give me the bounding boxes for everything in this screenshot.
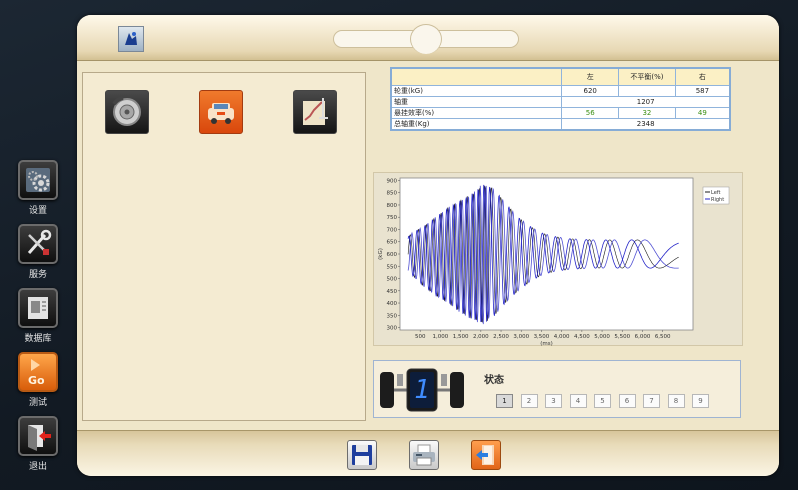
brake-disc-icon[interactable] — [105, 90, 149, 134]
legend-label-left: Left — [711, 190, 720, 196]
wheel-load-chart: 300 350 400 450 500 550 600 650 700 750 800 850 900 5… — [373, 172, 743, 347]
x-tick-label: 3,500 — [534, 334, 550, 340]
row-span-value: 2348 — [561, 117, 731, 130]
table-header-row: 左 不平衡(%) 右 — [390, 67, 731, 86]
y-tick-label: 600 — [387, 252, 398, 258]
floppy-disk-icon[interactable] — [347, 440, 377, 470]
x-tick-label: 5,000 — [594, 334, 610, 340]
title-bar — [77, 15, 779, 61]
row-mid: 32 — [618, 106, 676, 119]
nav-service[interactable]: 服务 — [14, 224, 62, 280]
go-badge: Go — [28, 374, 45, 387]
x-axis-label: (ms) — [540, 341, 553, 347]
y-tick-label: 750 — [387, 215, 398, 221]
row-label: 轮重(kG) — [390, 84, 563, 97]
table-row: 悬挂效率(%) 56 32 49 — [390, 106, 731, 119]
nav-label-test: 测试 — [28, 398, 47, 408]
x-tick-label: 6,500 — [655, 334, 671, 340]
gear-icon[interactable] — [18, 160, 58, 200]
step-indicator-8: 8 — [667, 394, 685, 408]
x-tick-label: 5,500 — [614, 334, 630, 340]
row-left: 56 — [561, 106, 620, 119]
wrench-screwdriver-icon[interactable] — [18, 224, 58, 264]
printer-icon[interactable] — [409, 440, 439, 470]
step-indicator-7: 7 — [643, 394, 660, 408]
app-logo-icon — [118, 26, 144, 52]
nav-label-settings: 设置 — [28, 206, 47, 216]
chart-svg: 300 350 400 450 500 550 600 650 700 750 800 850 900 5… — [378, 177, 730, 347]
x-tick-label: 2,500 — [493, 334, 509, 340]
database-icon[interactable] — [18, 288, 58, 328]
nav-database[interactable]: 数据库 — [14, 288, 62, 344]
exit-arrow-icon[interactable] — [18, 416, 58, 456]
play-go-icon[interactable]: Go — [18, 352, 58, 392]
y-axis-label: (kG) — [378, 248, 384, 260]
step-indicator-6: 6 — [618, 394, 636, 408]
table-header-left: 左 — [561, 67, 620, 86]
table-row: 总轴重(Kg) 2348 — [390, 117, 731, 130]
side-slip-chart-icon[interactable] — [293, 90, 337, 134]
step-indicator-3: 3 — [545, 394, 562, 408]
status-label: 状态 — [484, 375, 504, 386]
y-tick-label: 550 — [387, 264, 398, 270]
y-tick-label: 800 — [387, 203, 398, 209]
results-table: 左 不平衡(%) 右 轮重(kG) 620 587 轴重 1207 悬挂效率(%… — [390, 67, 731, 131]
row-mid — [618, 84, 676, 97]
table-header-imbalance: 不平衡(%) — [618, 67, 676, 86]
x-tick-label: 1,000 — [433, 334, 449, 340]
row-left: 620 — [561, 84, 620, 97]
suspension-car-icon[interactable] — [199, 90, 243, 134]
x-tick-label: 500 — [415, 334, 426, 340]
table-header-label — [390, 67, 563, 86]
step-indicator-9: 9 — [692, 394, 709, 408]
x-tick-label: 1,500 — [453, 334, 469, 340]
x-tick-label: 4,000 — [554, 334, 570, 340]
status-digit: 1 — [414, 375, 430, 405]
nav-label-service: 服务 — [28, 270, 47, 280]
bottom-toolbar — [77, 430, 779, 476]
y-tick-label: 700 — [387, 227, 398, 233]
row-span-value: 1207 — [561, 95, 731, 108]
title-pill-knob — [410, 24, 442, 54]
y-tick-label: 500 — [387, 277, 398, 283]
y-tick-label: 450 — [387, 289, 398, 295]
nav-label-exit: 退出 — [28, 462, 47, 472]
y-tick-label: 900 — [387, 178, 398, 184]
x-tick-label: 4,500 — [574, 334, 590, 340]
step-indicator-5: 5 — [594, 394, 611, 408]
row-right: 49 — [674, 106, 731, 119]
nav-test[interactable]: Go 测试 — [14, 352, 62, 408]
x-tick-label: 2,000 — [473, 334, 489, 340]
y-tick-label: 850 — [387, 191, 398, 197]
axle-wheels-icon: 1 — [379, 366, 465, 413]
test-module-panel — [82, 72, 366, 421]
table-header-right: 右 — [674, 67, 731, 86]
row-label: 悬挂效率(%) — [390, 106, 563, 119]
y-tick-label: 650 — [387, 240, 398, 246]
row-label: 总轴重(Kg) — [390, 117, 563, 130]
y-tick-label: 350 — [387, 313, 398, 319]
nav-exit[interactable]: 退出 — [14, 416, 62, 472]
step-indicator-4: 4 — [569, 394, 587, 408]
exit-door-icon[interactable] — [471, 440, 501, 470]
y-tick-label: 400 — [387, 301, 398, 307]
status-panel: 1 状态 123456789 — [373, 360, 741, 418]
main-window: 左 不平衡(%) 右 轮重(kG) 620 587 轴重 1207 悬挂效率(%… — [77, 15, 779, 476]
step-indicator-1: 1 — [496, 394, 513, 408]
x-tick-label: 3,000 — [513, 334, 529, 340]
y-tick-label: 300 — [387, 326, 398, 332]
step-indicator-2: 2 — [520, 394, 538, 408]
nav-label-database: 数据库 — [24, 334, 52, 344]
legend-label-right: Right — [711, 197, 724, 203]
x-tick-label: 6,000 — [635, 334, 651, 340]
row-right: 587 — [674, 84, 731, 97]
table-row: 轮重(kG) 620 587 — [390, 84, 731, 97]
table-row: 轴重 1207 — [390, 95, 731, 108]
nav-settings[interactable]: 设置 — [14, 160, 62, 216]
row-label: 轴重 — [390, 95, 563, 108]
